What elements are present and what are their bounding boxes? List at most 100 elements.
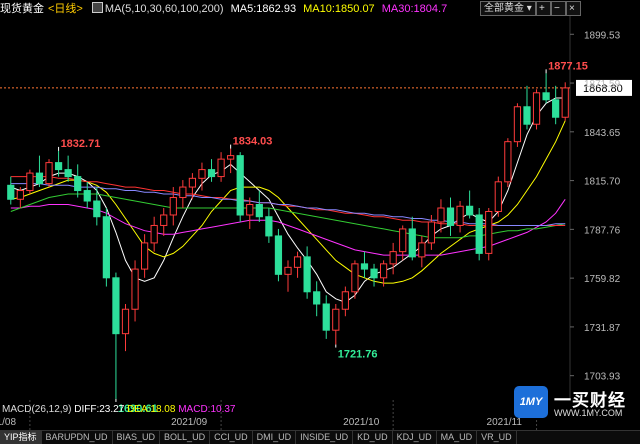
period-label[interactable]: <日线> bbox=[48, 3, 83, 15]
candle-body bbox=[513, 106, 522, 143]
zoom-out-button[interactable]: − bbox=[551, 1, 566, 16]
candle-body bbox=[274, 235, 283, 275]
candle-body bbox=[341, 291, 349, 310]
candle-body bbox=[466, 205, 474, 216]
indicator-tab[interactable]: BOLL_UD bbox=[160, 431, 211, 444]
candle-body bbox=[188, 177, 197, 188]
indicator-tab[interactable]: KDJ_UD bbox=[393, 431, 437, 444]
candle-body bbox=[54, 162, 63, 171]
candle-body bbox=[131, 268, 139, 310]
candle-body bbox=[112, 277, 120, 335]
candle-body bbox=[7, 184, 15, 200]
macd-params: MACD(26,12,9) bbox=[2, 404, 72, 415]
candle-body bbox=[322, 303, 330, 331]
price-annotation: 1721.76 bbox=[338, 349, 378, 361]
logo-url: WWW.1MY.COM bbox=[554, 408, 623, 418]
indicator-tab-bar: YIP指标 BARUPDN_UD BIAS_UD BOLL_UD CCI_UD DMI_U… bbox=[0, 430, 640, 444]
close-button[interactable]: × bbox=[566, 1, 581, 16]
indicator-tab[interactable]: BARUPDN_UD bbox=[42, 431, 113, 444]
price-annotation: 1877.15 bbox=[548, 60, 588, 72]
candle-body bbox=[121, 308, 130, 335]
candle-body bbox=[532, 92, 541, 125]
candle-body bbox=[389, 251, 397, 265]
candle-body bbox=[284, 266, 292, 275]
candle-body bbox=[427, 221, 435, 244]
candle-body bbox=[16, 190, 24, 200]
candle-body bbox=[246, 204, 254, 216]
candle-body bbox=[303, 256, 311, 293]
candle-body bbox=[160, 214, 168, 226]
candle-body bbox=[255, 204, 263, 218]
price-annotation: 1832.71 bbox=[61, 138, 101, 150]
market-select-button[interactable]: 全部黄金 ▾ bbox=[480, 1, 536, 16]
y-tick-label: 1759.82 bbox=[584, 274, 621, 285]
y-tick-label: 1815.70 bbox=[584, 177, 621, 188]
indicator-tab[interactable]: MA_UD bbox=[437, 431, 478, 444]
ma10-value: MA10:1850.07 bbox=[303, 3, 375, 15]
ma5-value: MA5:1862.93 bbox=[230, 3, 297, 15]
candle-body bbox=[102, 216, 110, 279]
candle-body bbox=[169, 197, 177, 216]
candle-body bbox=[485, 210, 493, 254]
candle-body bbox=[561, 87, 569, 118]
y-tick-label: 1871.59 bbox=[584, 79, 621, 90]
candle-body bbox=[93, 200, 101, 218]
y-tick-label: 1899.53 bbox=[584, 30, 621, 41]
candle-body bbox=[332, 308, 340, 331]
indicator-tab[interactable]: DMI_UD bbox=[253, 431, 297, 444]
symbol-name: 现货黄金 bbox=[0, 3, 44, 15]
macd-readout: MACD(26,12,9) DIFF:23.27 DEA:18.08 MACD:… bbox=[2, 404, 235, 415]
candle-body bbox=[360, 263, 369, 270]
candle-body bbox=[83, 190, 91, 202]
brand-logo: 1MY 一买财经 WWW.1MY.COM bbox=[514, 386, 626, 420]
macd-value: MACD:10.37 bbox=[178, 404, 236, 415]
candle-body bbox=[45, 162, 53, 185]
candle-body bbox=[198, 169, 206, 179]
y-tick-label: 1843.65 bbox=[584, 128, 621, 139]
candle-body bbox=[313, 291, 321, 305]
price-annotation: 1834.03 bbox=[233, 136, 273, 148]
candle-body bbox=[523, 106, 531, 125]
logo-badge: 1MY bbox=[514, 386, 548, 418]
candle-body bbox=[26, 172, 34, 192]
candle-body bbox=[265, 216, 273, 237]
candle-body bbox=[64, 169, 72, 178]
candle-body bbox=[504, 141, 512, 183]
candle-body bbox=[456, 205, 464, 226]
x-axis-label: 2021/10 bbox=[343, 417, 380, 428]
candlestick-chart: 1868.80 1899.531871.591843.651815.701787… bbox=[0, 0, 640, 443]
y-tick-label: 1703.93 bbox=[584, 372, 621, 383]
y-tick-label: 1731.87 bbox=[584, 323, 621, 334]
chart-header: 现货黄金 <日线> MA(5,10,30,60,100,200) MA5:1862… bbox=[0, 0, 451, 16]
ma-params: MA(5,10,30,60,100,200) bbox=[104, 3, 224, 15]
indicator-tab[interactable]: INSIDE_UD bbox=[296, 431, 354, 444]
indicator-tab[interactable]: VR_UD bbox=[477, 431, 517, 444]
indicator-tab[interactable]: YIP指标 bbox=[0, 431, 42, 444]
candle-body bbox=[494, 181, 502, 212]
candle-body bbox=[542, 92, 550, 101]
candle-body bbox=[141, 242, 149, 270]
dea-value: DEA:18.08 bbox=[127, 404, 176, 415]
candle-body bbox=[179, 186, 187, 199]
candle-body bbox=[236, 155, 244, 216]
candle-body bbox=[217, 158, 225, 178]
candle-body bbox=[293, 256, 302, 268]
candle-body bbox=[399, 228, 407, 253]
candle-body bbox=[379, 263, 388, 279]
x-axis-label: 2021/08 bbox=[0, 417, 16, 428]
indicator-tab[interactable]: KD_UD bbox=[353, 431, 393, 444]
candle-body bbox=[370, 268, 378, 279]
chevron-down-icon: ▾ bbox=[524, 3, 532, 14]
ma30-value: MA30:1804.7 bbox=[381, 3, 448, 15]
indicator-tab[interactable]: BIAS_UD bbox=[113, 431, 161, 444]
candle-body bbox=[227, 155, 235, 160]
indicator-tab[interactable]: CCI_UD bbox=[210, 431, 253, 444]
candle-body bbox=[74, 176, 82, 192]
candle-body bbox=[552, 99, 560, 118]
candle-body bbox=[446, 207, 455, 226]
zoom-in-button[interactable]: + bbox=[536, 1, 551, 16]
y-tick-label: 1787.76 bbox=[584, 225, 621, 236]
x-axis-label: 2021/09 bbox=[171, 417, 208, 428]
candle-body bbox=[475, 214, 483, 254]
ma-toggle-icon[interactable] bbox=[91, 2, 103, 13]
